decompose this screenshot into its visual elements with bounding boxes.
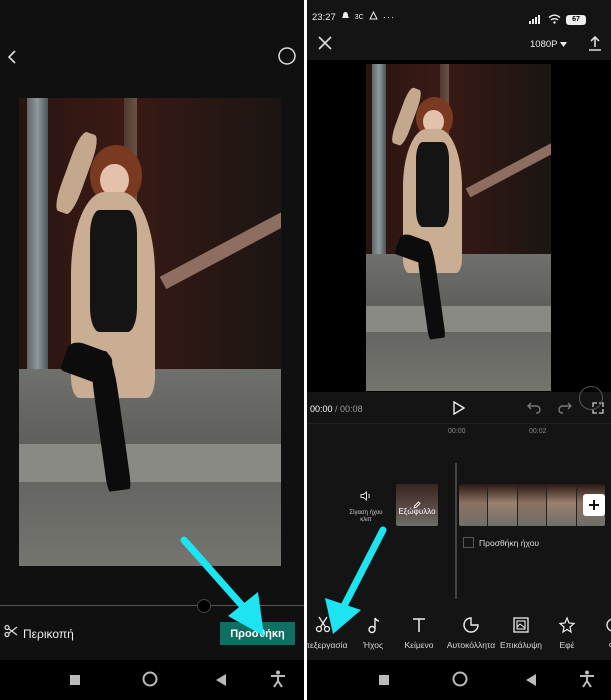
filter-icon [584, 616, 611, 634]
status-time: 23:27 [312, 11, 336, 23]
battery-level: 67 [572, 16, 580, 23]
recents-square-icon[interactable] [70, 675, 80, 685]
back-triangle-icon[interactable] [526, 673, 536, 691]
right-panel-editor-screen: 23:27 3C ··· 67 1080P 00:00 / 00:08 00:0… [307, 0, 611, 700]
add-audio-track[interactable]: Προσθήκη ήχου [463, 537, 539, 548]
alarm-icon [341, 11, 350, 23]
playhead-line [455, 463, 457, 599]
clip-frame [488, 484, 518, 526]
system-nav-bar [307, 660, 611, 700]
left-panel-trim-screen: Περικοπή Προσθήκη [0, 0, 304, 700]
add-clip-plus-icon[interactable] [583, 494, 605, 516]
back-triangle-icon[interactable] [216, 673, 226, 691]
audio-track-box [463, 537, 474, 548]
status-bar-right: 67 [529, 11, 586, 29]
tool-label: Φί [584, 640, 611, 650]
redo-icon[interactable] [557, 400, 573, 416]
video-preview-image [19, 98, 281, 566]
annotation-arrow-icon [325, 526, 387, 634]
trim-label: Περικοπή [23, 626, 74, 641]
text-icon [390, 616, 448, 634]
cover-label: Εξώφυλλο [398, 507, 436, 516]
play-icon[interactable] [451, 400, 467, 416]
mute-clip-audio-button[interactable]: Σίγαση ήχου κλιπ [349, 488, 383, 524]
tool-label: Κείμενο [404, 640, 434, 650]
resolution-dropdown[interactable]: 1080P [530, 39, 568, 50]
status-extra: 3C [354, 13, 364, 21]
tool-filters[interactable]: Φί [584, 616, 611, 650]
mute-audio-label: Σίγαση ήχου κλιπ [349, 510, 383, 523]
close-icon[interactable] [317, 35, 333, 51]
time-total: / 00:08 [335, 404, 363, 414]
signal-icon [529, 11, 543, 29]
resolution-label: 1080P [530, 39, 558, 50]
ruler-label-1: 00:02 [529, 428, 547, 435]
time-current: 00:00 [310, 404, 333, 414]
home-circle-icon[interactable] [452, 671, 468, 692]
clip-frame [547, 484, 577, 526]
more-dots-icon: ··· [382, 11, 396, 23]
home-circle-icon[interactable] [142, 671, 158, 692]
cover-thumbnail[interactable]: Εξώφυλλο [396, 484, 438, 526]
trim-button[interactable]: Περικοπή [4, 624, 74, 643]
clip-frame [517, 484, 548, 526]
annotation-arrow-icon [180, 536, 264, 636]
select-circle-icon[interactable] [277, 46, 297, 66]
time-readout: 00:00 / 00:08 [310, 404, 363, 414]
video-preview-image [366, 64, 551, 391]
accessibility-icon[interactable] [270, 670, 286, 693]
system-nav-bar [0, 660, 304, 700]
floating-assist-circle[interactable] [579, 386, 603, 410]
scissors-icon [4, 624, 18, 643]
wifi-icon [548, 11, 561, 29]
speaker-icon [360, 488, 372, 505]
export-upload-icon[interactable] [587, 35, 603, 51]
timeline-top-border [307, 423, 611, 424]
battery-icon: 67 [566, 15, 586, 25]
tool-text[interactable]: Κείμενο [390, 616, 448, 650]
undo-icon[interactable] [526, 400, 542, 416]
notification-icon [368, 10, 378, 23]
status-bar-left: 23:27 3C ··· [312, 10, 396, 23]
ruler-label-0: 00:00 [448, 428, 466, 435]
caret-down-icon [560, 39, 568, 50]
add-audio-label: Προσθήκη ήχου [479, 537, 540, 548]
clip-frame [459, 484, 489, 526]
recents-square-icon[interactable] [379, 675, 389, 685]
accessibility-icon[interactable] [579, 670, 595, 693]
back-chevron-icon[interactable] [4, 48, 20, 66]
